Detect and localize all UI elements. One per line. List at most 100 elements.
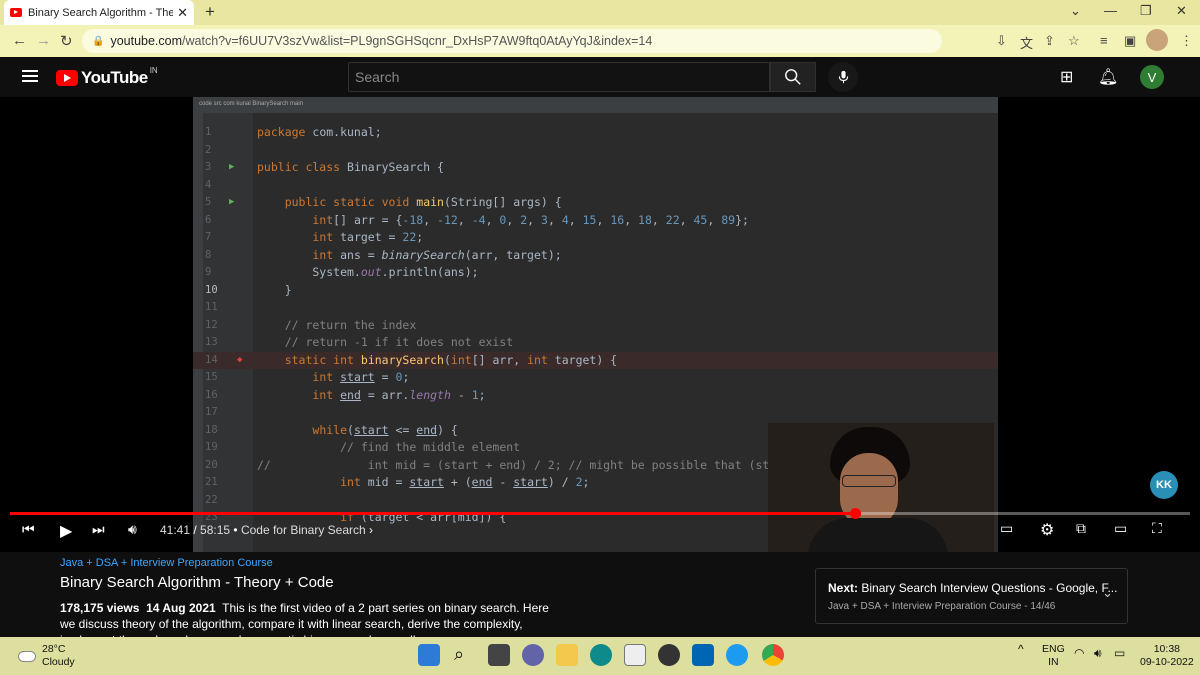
chevron-down-icon[interactable]: ⌄ (1102, 585, 1113, 601)
code-line: 10 } (193, 282, 998, 300)
up-next-card[interactable]: Next: Binary Search Interview Questions … (815, 568, 1128, 624)
chapter-title[interactable]: Code for Binary Search (241, 523, 366, 537)
task-view-icon[interactable] (488, 644, 510, 666)
code-text: int start = 0; (312, 370, 410, 384)
run-gutter-icon[interactable]: ▶ (229, 194, 234, 212)
start-icon[interactable] (418, 644, 440, 666)
url-field[interactable]: 🔒 youtube.com/watch?v=f6UU7V3szVw&list=P… (82, 29, 942, 53)
code-text: // int mid = (start + end) / 2; // might… (257, 457, 784, 472)
teams-chat-icon[interactable] (522, 644, 544, 666)
next-title: Binary Search Interview Questions - Goog… (861, 581, 1118, 595)
theater-mode-icon[interactable]: ▭ (1114, 520, 1127, 537)
share-icon[interactable]: ⇪ (1044, 33, 1055, 49)
speaker-icon[interactable]: 🔊︎ (1094, 647, 1102, 660)
code-line: 11 (193, 299, 998, 317)
next-icon[interactable]: ⏭ (92, 521, 105, 538)
date: 09-10-2022 (1140, 656, 1194, 668)
code-line: 9 System.out.println(ans); (193, 264, 998, 282)
back-icon[interactable]: ← (12, 32, 27, 49)
run-gutter-icon[interactable]: ▶ (229, 159, 234, 177)
time-display: 41:41 / 58:15 • Code for Binary Search › (160, 523, 374, 537)
youtube-logo[interactable]: YouTube IN (56, 66, 158, 88)
browser-tab[interactable]: Binary Search Algorithm - Theory ✕ (4, 0, 194, 25)
store-icon[interactable] (624, 644, 646, 666)
twitter-icon[interactable] (726, 644, 748, 666)
file-explorer-icon[interactable] (556, 644, 578, 666)
fullscreen-icon[interactable]: ⛶ (1152, 520, 1162, 537)
youtube-favicon-icon (10, 8, 22, 17)
line-number: 3 (205, 161, 212, 173)
minimize-icon[interactable]: — (1104, 3, 1117, 18)
duration: 58:15 (200, 523, 231, 537)
url-path: /watch?v=f6UU7V3szVw&list=PL9gnSGHSqcnr_… (182, 34, 653, 48)
progress-bar[interactable] (10, 508, 1190, 519)
wifi-icon[interactable]: ◠ (1074, 647, 1084, 660)
show-hidden-icons-icon[interactable]: ^ (1018, 643, 1024, 656)
tab-search-icon[interactable]: ⌄ (1070, 3, 1081, 19)
create-video-icon[interactable]: ⊞ (1060, 67, 1073, 87)
weather-widget[interactable]: 28°C Cloudy (18, 643, 75, 669)
language-indicator[interactable]: ENG IN (1042, 643, 1065, 669)
translate-icon[interactable]: 文 (1020, 33, 1033, 52)
line-number: 10 (205, 283, 218, 296)
reading-list-icon[interactable]: ≡ (1100, 33, 1108, 48)
line-number: 11 (205, 301, 218, 313)
restore-icon[interactable]: ❐ (1140, 3, 1152, 19)
subtitles-icon[interactable]: ▭ (1000, 520, 1013, 537)
line-number: 15 (205, 371, 218, 383)
settings-gear-icon[interactable]: ⚙ (1040, 520, 1054, 540)
video-description[interactable]: 178,175 views 14 Aug 2021 This is the fi… (60, 600, 560, 637)
new-tab-icon[interactable]: + (205, 2, 215, 22)
sidepanel-icon[interactable]: ▣ (1124, 33, 1136, 49)
scrubber-handle[interactable] (849, 508, 861, 519)
breakpoint-icon[interactable]: ◆ (237, 352, 242, 370)
previous-icon[interactable]: ⏮ (22, 521, 35, 538)
bookmark-star-icon[interactable]: ☆ (1068, 33, 1080, 49)
code-text: // return -1 if it does not exist (284, 335, 514, 349)
search-icon (785, 69, 801, 85)
current-time: 41:41 (160, 523, 191, 537)
browser-menu-icon[interactable]: ⋮ (1180, 33, 1193, 49)
line-number: 8 (205, 248, 212, 261)
volume-icon[interactable]: 🔊︎ (128, 521, 137, 538)
line-number: 1 (205, 126, 212, 138)
video-player[interactable]: code src com kunal BinarySearch main 1 pa… (0, 97, 1200, 552)
ide-breadcrumb: code src com kunal BinarySearch main (193, 97, 998, 113)
search-button[interactable] (770, 62, 816, 92)
forward-icon[interactable]: → (36, 32, 51, 49)
hamburger-menu-icon[interactable] (22, 70, 38, 82)
code-text: public static void main(String[] args) { (284, 195, 562, 209)
install-icon[interactable]: ⇩ (996, 33, 1007, 49)
line-number: 18 (205, 423, 218, 436)
miniplayer-icon[interactable]: ⧉ (1076, 520, 1086, 537)
profile-avatar[interactable] (1146, 29, 1168, 51)
code-line: 7 int target = 22; (193, 229, 998, 247)
code-text: package com.kunal; (257, 125, 382, 139)
play-icon[interactable]: ▶ (60, 521, 72, 541)
line-number: 22 (205, 493, 218, 506)
clock[interactable]: 10:38 09-10-2022 (1140, 643, 1194, 669)
line-number: 5 (205, 196, 212, 208)
code-line: 6 int[] arr = {-18, -12, -4, 0, 2, 3, 4,… (193, 212, 998, 230)
playlist-link[interactable]: Java + DSA + Interview Preparation Cours… (60, 557, 273, 569)
edge-icon[interactable] (590, 644, 612, 666)
reload-icon[interactable]: ↻ (60, 32, 73, 50)
line-number: 9 (205, 266, 212, 278)
close-tab-icon[interactable]: ✕ (177, 5, 188, 21)
windows-taskbar: 28°C Cloudy ⌕ ^ ENG IN ◠ 🔊︎ ▭ 10:38 09-10-2… (0, 637, 1200, 675)
code-text: int mid = start + (end - start) / 2; (340, 475, 590, 489)
battery-icon[interactable]: ▭ (1114, 647, 1125, 660)
github-desktop-icon[interactable] (658, 644, 680, 666)
voice-search-button[interactable] (828, 62, 858, 92)
time: 10:38 (1153, 643, 1180, 655)
chrome-icon[interactable] (762, 644, 784, 666)
url-host: youtube.com (110, 34, 183, 48)
code-text: public class BinarySearch { (257, 160, 444, 174)
close-window-icon[interactable]: ✕ (1176, 3, 1187, 19)
user-avatar[interactable]: V (1140, 65, 1164, 89)
vscode-icon[interactable] (692, 644, 714, 666)
search-icon[interactable]: ⌕ (454, 644, 476, 666)
channel-watermark[interactable]: KK (1150, 471, 1178, 499)
search-input[interactable]: Search (348, 62, 770, 92)
notifications-bell-icon[interactable]: 🔔︎ (1098, 67, 1118, 87)
